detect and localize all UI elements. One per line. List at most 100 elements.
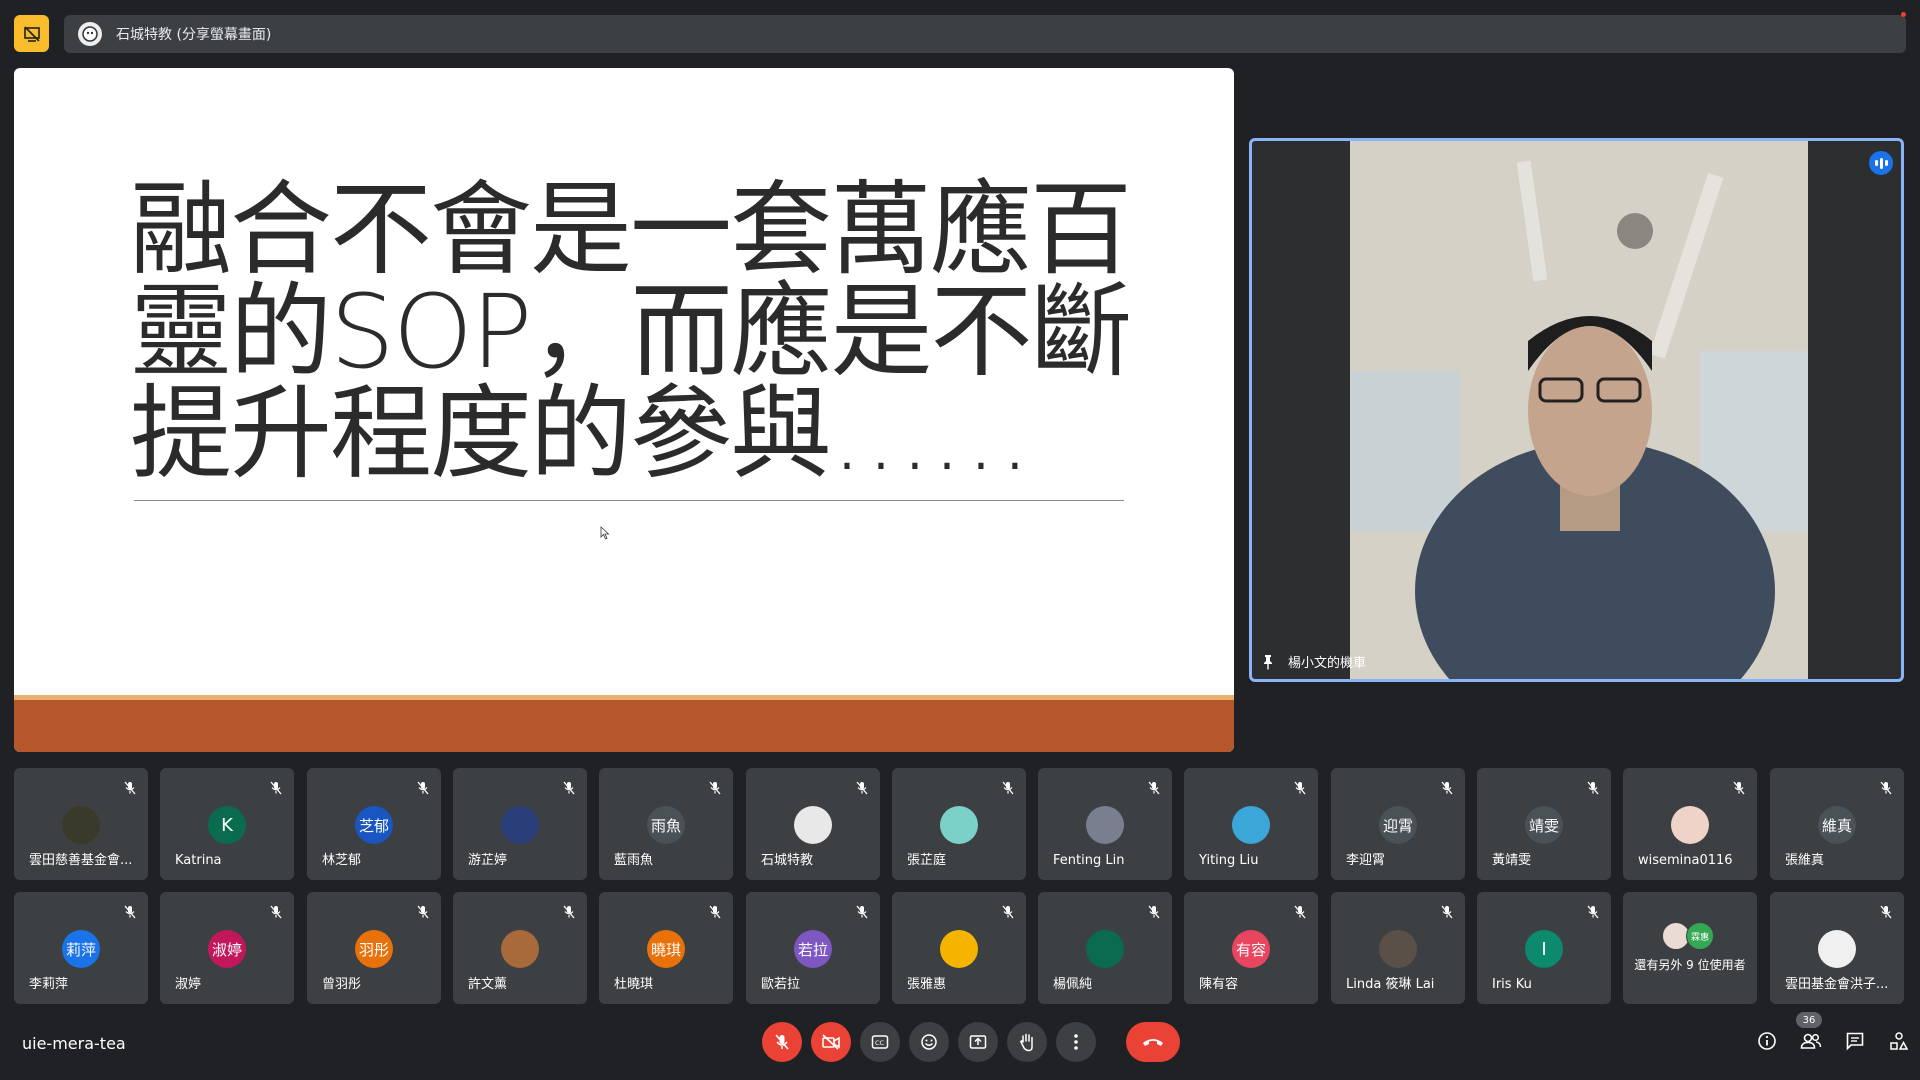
present-now-button[interactable] xyxy=(958,1022,998,1062)
slide-divider xyxy=(134,500,1124,501)
avatar: 迎霄 xyxy=(1379,806,1417,844)
avatar: 淑婷 xyxy=(208,930,246,968)
captions-button[interactable]: CC xyxy=(860,1022,900,1062)
mic-muted-icon xyxy=(1292,904,1308,920)
mic-muted-icon xyxy=(1146,780,1162,796)
participant-tile[interactable]: 霖惠 還有另外 9 位使用者 xyxy=(1623,892,1757,1004)
hand-icon xyxy=(1019,1033,1033,1052)
mic-muted-icon xyxy=(1439,780,1455,796)
avatar: 有容 xyxy=(1232,930,1270,968)
avatar xyxy=(794,806,832,844)
spotlight-video-tile[interactable]: 楊小文的機車 xyxy=(1249,138,1904,682)
avatar xyxy=(1818,930,1856,968)
participant-tile[interactable]: 張雅惠 xyxy=(892,892,1026,1004)
participant-tile[interactable]: 淑婷 淑婷 xyxy=(160,892,294,1004)
participant-tile[interactable]: 莉萍李莉萍 xyxy=(14,892,148,1004)
bottom-toolbar: uie-mera-tea CC xyxy=(0,1010,1920,1074)
avatar xyxy=(1671,806,1709,844)
participant-tile[interactable]: 張芷庭 xyxy=(892,768,1026,880)
mic-off-icon xyxy=(775,1034,789,1050)
participant-name: wisemina0116 xyxy=(1638,853,1733,868)
mic-muted-icon xyxy=(561,904,577,920)
presenter-name: 石城特教 (分享螢幕畫面) xyxy=(116,27,272,43)
participant-tile[interactable]: Fenting Lin xyxy=(1038,768,1172,880)
participant-tile[interactable]: 芝郁 林芝郁 xyxy=(307,768,441,880)
participant-tile[interactable]: 迎霄 李迎霄 xyxy=(1331,768,1465,880)
pin-icon[interactable] xyxy=(1262,654,1274,670)
leave-call-button[interactable] xyxy=(1126,1022,1180,1062)
participant-name: Yiting Liu xyxy=(1199,853,1259,868)
raise-hand-button[interactable] xyxy=(1007,1022,1047,1062)
presenter-avatar xyxy=(78,22,102,46)
meeting-details-button[interactable] xyxy=(1754,1028,1780,1054)
participant-video xyxy=(1350,141,1808,679)
avatar: 靖雯 xyxy=(1525,806,1563,844)
avatar: K xyxy=(208,806,246,844)
mic-muted-icon xyxy=(707,904,723,920)
avatar xyxy=(501,930,539,968)
participant-name: 黃靖雯 xyxy=(1492,853,1532,868)
mic-muted-icon xyxy=(854,904,870,920)
participant-tile[interactable]: 雲田基金會洪子... xyxy=(1770,892,1904,1004)
participant-tile[interactable]: 石城特教 xyxy=(746,768,880,880)
svg-text:CC: CC xyxy=(875,1039,885,1047)
mic-muted-icon xyxy=(1146,904,1162,920)
mic-muted-icon xyxy=(854,780,870,796)
camera-button[interactable] xyxy=(811,1022,851,1062)
participant-name: 歐若拉 xyxy=(761,977,801,992)
mic-muted-icon xyxy=(122,904,138,920)
participant-tile[interactable]: wisemina0116 xyxy=(1623,768,1757,880)
activities-icon xyxy=(1890,1032,1909,1050)
participant-tile[interactable]: 許文薰 xyxy=(453,892,587,1004)
participant-tile[interactable]: 靖雯黃靖雯 xyxy=(1477,768,1611,880)
more-participants-label: 還有另外 9 位使用者 xyxy=(1634,958,1746,972)
more-options-button[interactable] xyxy=(1056,1022,1096,1062)
microphone-button[interactable] xyxy=(762,1022,802,1062)
participant-tile[interactable]: 羽彤 曾羽彤 xyxy=(307,892,441,1004)
people-button[interactable] xyxy=(1798,1028,1824,1054)
participant-name: 石城特教 xyxy=(761,853,814,868)
mic-muted-icon xyxy=(268,904,284,920)
participant-tile[interactable]: 楊佩純 xyxy=(1038,892,1172,1004)
participant-tile[interactable]: 游芷婷 xyxy=(453,768,587,880)
participant-tile[interactable]: Yiting Liu xyxy=(1184,768,1318,880)
participant-tile[interactable]: Linda 筱琳 Lai xyxy=(1331,892,1465,1004)
participant-tile[interactable]: 有容 陳有容 xyxy=(1184,892,1318,1004)
chat-button[interactable] xyxy=(1842,1028,1868,1054)
mouse-cursor-icon xyxy=(600,526,610,540)
meeting-code: uie-mera-tea xyxy=(22,1034,126,1053)
participant-name: Katrina xyxy=(175,853,222,868)
reactions-button[interactable] xyxy=(909,1022,949,1062)
avatar: I xyxy=(1525,930,1563,968)
participant-name: 張雅惠 xyxy=(907,977,947,992)
participant-tile[interactable]: K Katrina xyxy=(160,768,294,880)
mic-muted-icon xyxy=(122,780,138,796)
activities-button[interactable] xyxy=(1886,1028,1912,1054)
more-vert-icon xyxy=(1074,1034,1078,1050)
participant-tile[interactable]: 若拉 歐若拉 xyxy=(746,892,880,1004)
participant-tile[interactable]: 雨魚 藍雨魚 xyxy=(599,768,733,880)
speaking-indicator-icon xyxy=(1869,151,1893,175)
participant-name: Fenting Lin xyxy=(1053,853,1125,868)
mic-muted-icon xyxy=(1292,780,1308,796)
emoji-icon xyxy=(921,1034,937,1050)
participant-tile[interactable]: I Iris Ku xyxy=(1477,892,1611,1004)
participant-name: Iris Ku xyxy=(1492,977,1532,992)
avatar xyxy=(1086,806,1124,844)
mic-muted-icon xyxy=(1878,780,1894,796)
participant-tile[interactable]: 雲田慈善基金會... xyxy=(14,768,148,880)
participant-name: 張維真 xyxy=(1785,853,1825,868)
presentation-status-button[interactable] xyxy=(14,15,49,52)
mic-muted-icon xyxy=(415,904,431,920)
present-screen-icon xyxy=(23,25,40,42)
spotlight-name-label: 楊小文的機車 xyxy=(1262,652,1366,671)
avatar: 莉萍 xyxy=(62,930,100,968)
mic-muted-icon xyxy=(707,780,723,796)
avatar xyxy=(940,806,978,844)
participant-tile[interactable]: 維真 張維真 xyxy=(1770,768,1904,880)
closed-captions-icon: CC xyxy=(871,1035,889,1049)
participant-name: 楊佩純 xyxy=(1053,977,1093,992)
mic-muted-icon xyxy=(1878,904,1894,920)
participant-tile[interactable]: 曉琪 杜曉琪 xyxy=(599,892,733,1004)
participant-name: 李莉萍 xyxy=(29,977,69,992)
